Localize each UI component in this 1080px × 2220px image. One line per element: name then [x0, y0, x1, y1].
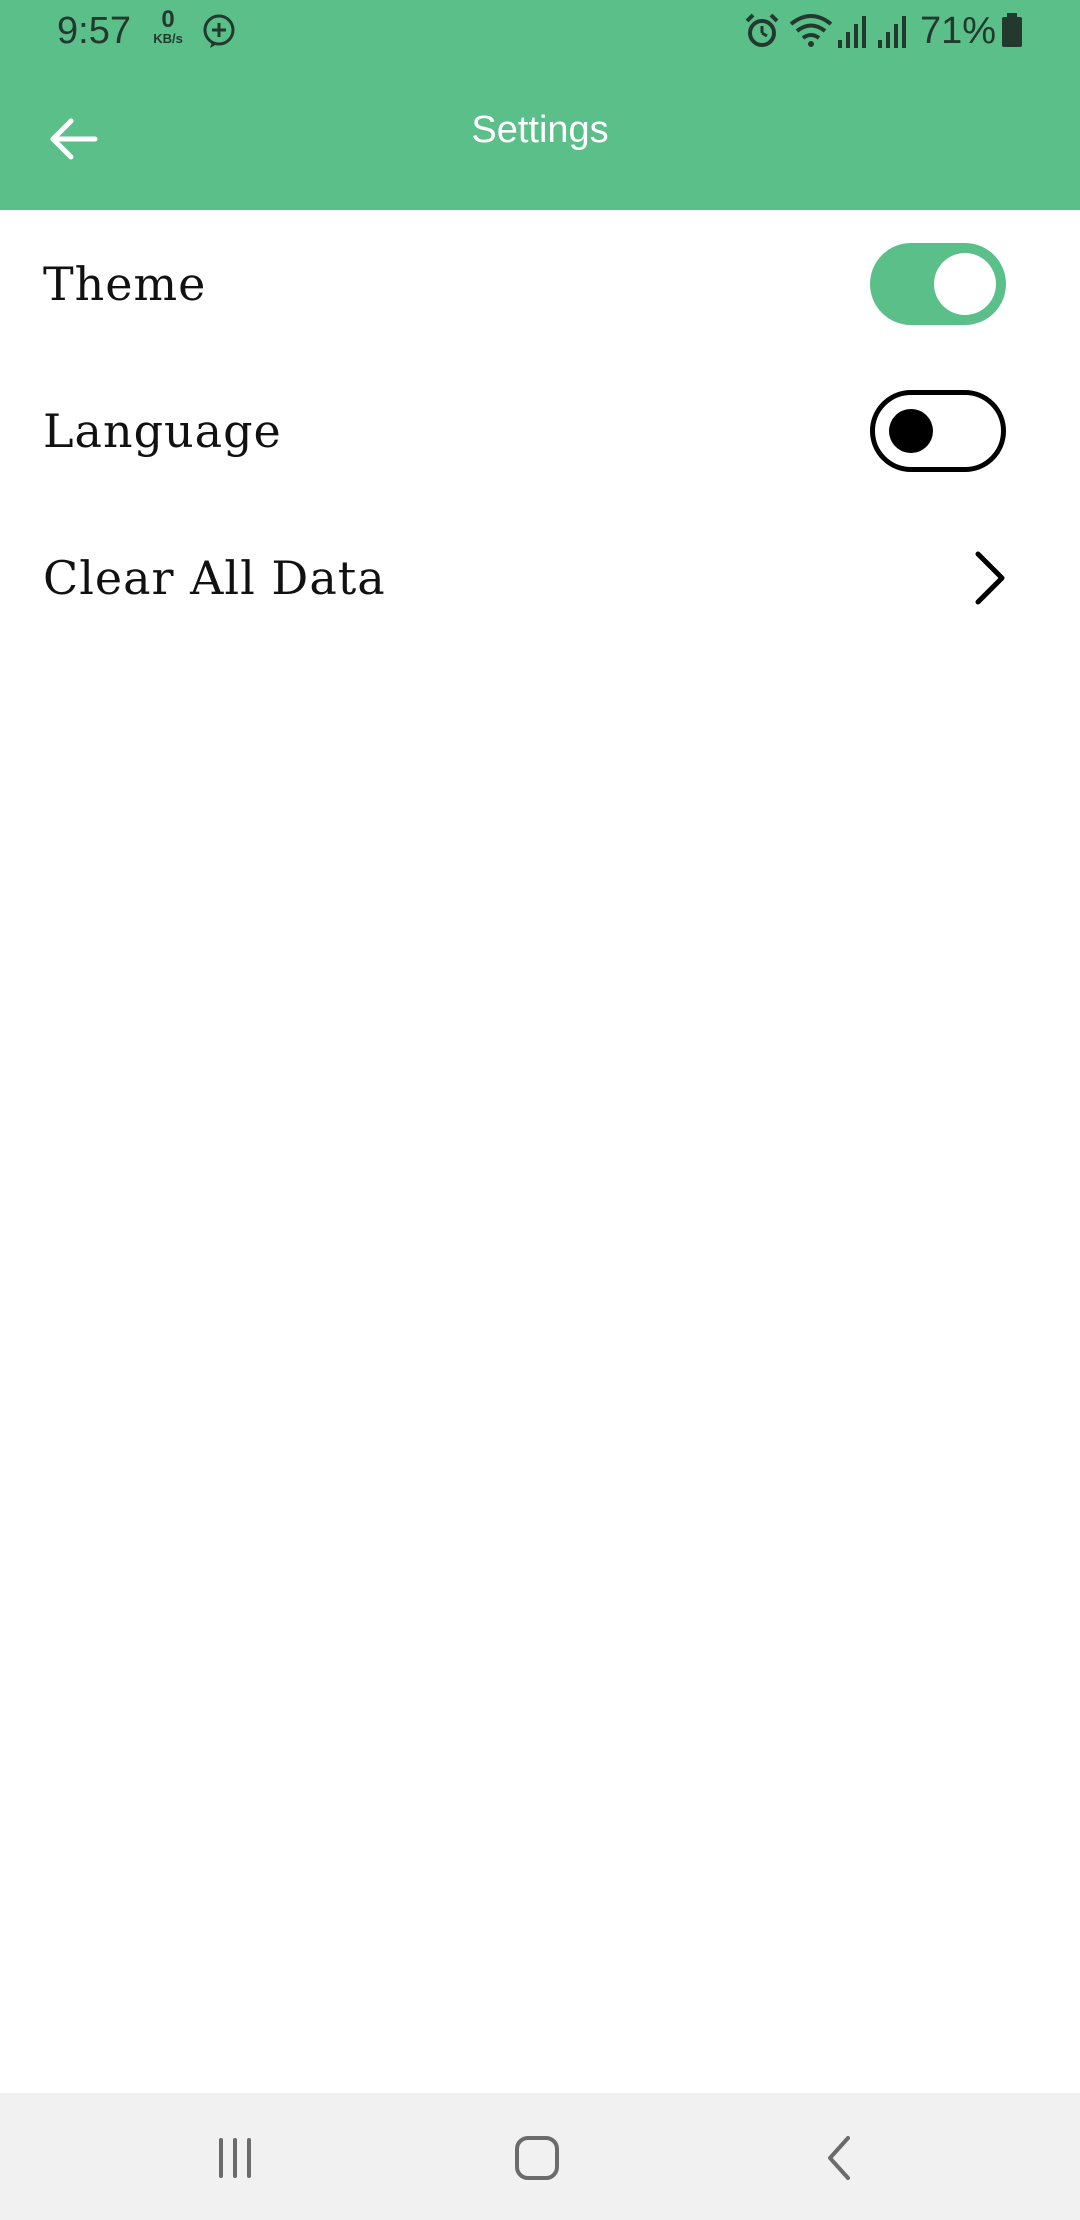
- toggle-knob: [934, 252, 996, 315]
- alarm-icon: [743, 12, 781, 55]
- setting-label-language: Language: [43, 403, 282, 458]
- net-speed-unit: KB/s: [153, 31, 183, 46]
- chevron-right-icon: [975, 551, 1005, 604]
- net-speed-indicator: 0 KB/s: [148, 6, 188, 46]
- setting-label-clear-all-data: Clear All Data: [43, 550, 386, 605]
- battery-icon: [1000, 12, 1024, 55]
- theme-toggle[interactable]: [870, 242, 1006, 325]
- setting-label-theme: Theme: [43, 256, 207, 311]
- system-back-button[interactable]: [800, 2123, 880, 2193]
- status-bar: 9:57 0 KB/s 71%: [0, 0, 1080, 64]
- home-button[interactable]: [497, 2123, 577, 2193]
- settings-screen: 9:57 0 KB/s 71% Settings Theme Language …: [0, 0, 1080, 2220]
- setting-row-language[interactable]: Language: [0, 357, 1080, 504]
- signal-icon: [836, 12, 870, 55]
- page-title: Settings: [471, 109, 609, 151]
- setting-row-theme[interactable]: Theme: [0, 210, 1080, 357]
- navigation-bar: [0, 2093, 1080, 2220]
- signal-icon: [876, 12, 910, 55]
- net-speed-value: 0: [161, 6, 175, 33]
- wifi-icon: [789, 12, 833, 55]
- recent-apps-button[interactable]: [195, 2123, 275, 2193]
- setting-row-clear-all-data[interactable]: Clear All Data: [0, 504, 1080, 651]
- recent-apps-icon: [219, 2138, 251, 2178]
- settings-list: Theme Language Clear All Data: [0, 210, 1080, 651]
- toggle-knob: [889, 408, 933, 453]
- status-time: 9:57: [57, 10, 131, 52]
- home-icon: [515, 2136, 559, 2180]
- battery-percent: 71%: [920, 10, 997, 52]
- messenger-icon: [200, 12, 238, 55]
- app-bar: Settings: [0, 64, 1080, 210]
- back-icon: [828, 2136, 850, 2180]
- language-toggle[interactable]: [870, 389, 1006, 472]
